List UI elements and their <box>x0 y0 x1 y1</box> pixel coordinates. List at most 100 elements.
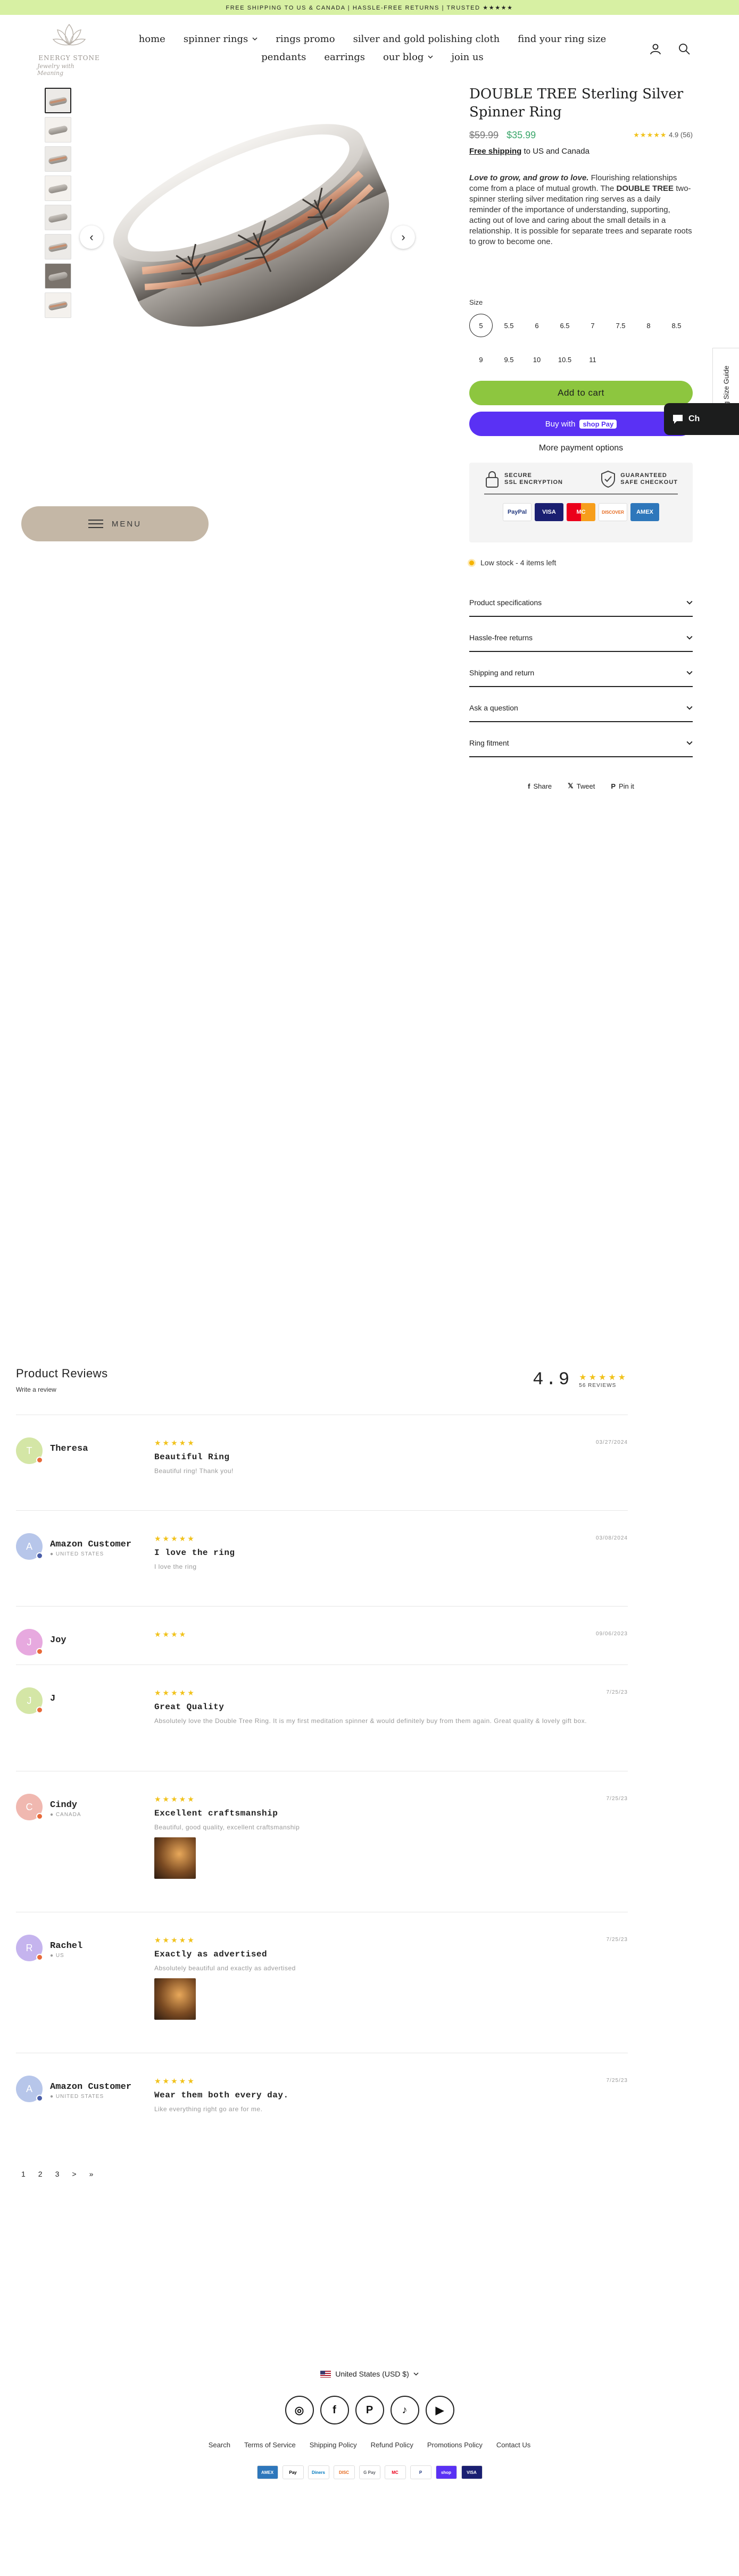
review-photo[interactable] <box>154 1978 196 2020</box>
thumbnail[interactable] <box>45 234 71 260</box>
facebook-icon[interactable]: f <box>320 2396 349 2424</box>
review-date: 03/08/2024 <box>595 1535 628 1541</box>
tiktok-icon[interactable]: ♪ <box>390 2396 419 2424</box>
accordion-item[interactable]: Hassle-free returns <box>469 617 693 652</box>
footer-link[interactable]: Promotions Policy <box>427 2441 483 2449</box>
nav-rings-promo[interactable]: rings promo <box>276 34 335 45</box>
thumbnail[interactable] <box>45 146 71 172</box>
accordion-label: Shipping and return <box>469 668 535 677</box>
accordion-item[interactable]: Shipping and return <box>469 652 693 687</box>
gallery-next-button[interactable]: › <box>392 225 415 249</box>
page-link[interactable]: » <box>89 2170 94 2178</box>
thumbnail[interactable] <box>45 88 71 113</box>
page-link[interactable]: 2 <box>38 2170 43 2178</box>
currency-selector[interactable]: United States (USD $) <box>0 2370 739 2378</box>
footer-link[interactable]: Shipping Policy <box>310 2441 357 2449</box>
search-icon[interactable] <box>678 43 691 55</box>
score-value: 4.9 <box>533 1370 572 1390</box>
rating-summary[interactable]: ★★★★★ 4.9 (56) <box>633 131 693 139</box>
lock-icon <box>486 471 499 488</box>
thumbnail[interactable] <box>45 175 71 201</box>
card-logos: PayPal VISA MC DISCOVER AMEX <box>484 503 678 521</box>
chat-label: Ch <box>688 414 700 423</box>
gallery-prev-button[interactable]: ‹ <box>80 225 103 249</box>
instagram-icon[interactable]: ◎ <box>285 2396 314 2424</box>
nav-our-blog[interactable]: our blog <box>383 52 433 63</box>
size-option[interactable]: 6.5 <box>553 314 577 337</box>
size-option[interactable]: 9 <box>469 348 493 371</box>
account-icon[interactable] <box>649 43 662 55</box>
footer-link[interactable]: Refund Policy <box>371 2441 413 2449</box>
announcement-bar: FREE SHIPPING TO US & CANADA | HASSLE-FR… <box>0 0 739 15</box>
share-pinterest[interactable]: P Pin it <box>611 782 634 790</box>
thumbnail[interactable] <box>45 292 71 318</box>
nav-label: earrings <box>324 51 366 63</box>
footer-link[interactable]: Search <box>209 2441 230 2449</box>
size-option[interactable]: 10 <box>525 348 549 371</box>
share-facebook[interactable]: f Share <box>528 782 552 790</box>
thumbnail[interactable] <box>45 205 71 230</box>
thumbnail-strip <box>45 88 71 322</box>
accordion-item[interactable]: Product specifications <box>469 589 693 617</box>
size-option[interactable]: 7 <box>581 314 604 337</box>
nav-earrings[interactable]: earrings <box>324 52 365 63</box>
safe-checkout-badge: GUARANTEED SAFE CHECKOUT <box>600 470 678 488</box>
review-body: I love the ring <box>154 1563 197 1570</box>
reviewer-avatar: C <box>16 1794 43 1820</box>
shipping-note: Free shipping to US and Canada <box>469 147 693 156</box>
page-link[interactable]: > <box>72 2170 76 2178</box>
reviews-score: 4.9 ★★★★★ 56 REVIEWS <box>533 1370 628 1390</box>
nav-label: join us <box>451 51 484 63</box>
buy-with-shop-pay-button[interactable]: Buy with shop Pay <box>469 412 693 436</box>
youtube-icon[interactable]: ▶ <box>425 2396 454 2424</box>
review-stars: ★★★★★ <box>154 1438 196 1447</box>
size-option[interactable]: 10.5 <box>553 348 577 371</box>
pinterest-icon[interactable]: P <box>355 2396 384 2424</box>
product-description: Love to grow, and grow to love. Flourish… <box>469 173 693 247</box>
share-twitter[interactable]: 𝕏 Tweet <box>568 782 595 790</box>
size-option[interactable]: 8.5 <box>665 314 688 337</box>
avatar-initial: A <box>26 2083 32 2094</box>
size-option[interactable]: 9.5 <box>497 348 521 371</box>
footer-link[interactable]: Terms of Service <box>244 2441 296 2449</box>
size-option[interactable]: 5.5 <box>497 314 521 337</box>
reviewer-avatar: A <box>16 2076 43 2102</box>
add-to-cart-button[interactable]: Add to cart <box>469 381 693 405</box>
shield-check-icon <box>601 470 616 488</box>
payment-icon: Diners <box>308 2465 329 2479</box>
thumbnail[interactable] <box>45 117 71 143</box>
footer-link[interactable]: Contact Us <box>496 2441 530 2449</box>
site-logo[interactable]: ENERGY STONE Jewelry with Meaning <box>37 20 101 79</box>
thumbnail[interactable] <box>45 263 71 289</box>
verified-badge-icon <box>36 1813 43 1820</box>
chevron-down-icon <box>686 635 693 640</box>
size-option[interactable]: 6 <box>525 314 549 337</box>
score-stars: ★★★★★ <box>579 1373 628 1382</box>
menu-button[interactable]: MENU <box>21 506 209 541</box>
nav-spinner-rings[interactable]: spinner rings <box>184 34 258 45</box>
shipping-text: to US and Canada <box>521 147 589 156</box>
size-option[interactable]: 5 <box>469 314 493 337</box>
payment-icon: Pay <box>282 2465 304 2479</box>
size-option[interactable]: 8 <box>637 314 660 337</box>
review-photo[interactable] <box>154 1837 196 1879</box>
accordion-item[interactable]: Ring fitment <box>469 722 693 757</box>
nav-ring-size[interactable]: find your ring size <box>518 34 606 45</box>
chat-button[interactable]: Ch <box>664 403 739 435</box>
rating-count: (56) <box>680 131 693 139</box>
nav-pendants[interactable]: pendants <box>261 52 306 63</box>
accordion-item[interactable]: Ask a question <box>469 687 693 722</box>
product-main-image[interactable] <box>101 88 415 386</box>
safe-checkout-text: GUARANTEED SAFE CHECKOUT <box>620 472 678 486</box>
nav-home[interactable]: home <box>139 34 165 45</box>
page-link[interactable]: 1 <box>21 2170 26 2178</box>
free-shipping-link[interactable]: Free shipping <box>469 147 521 156</box>
stock-indicator: Low stock - 4 items left <box>469 558 693 567</box>
nav-polishing-cloth[interactable]: silver and gold polishing cloth <box>353 34 500 45</box>
nav-join-us[interactable]: join us <box>451 52 483 63</box>
reviewer-location: ● US <box>50 1953 64 1959</box>
size-option[interactable]: 11 <box>581 348 604 371</box>
size-option[interactable]: 7.5 <box>609 314 633 337</box>
more-payment-options-link[interactable]: More payment options <box>469 444 693 453</box>
page-link[interactable]: 3 <box>55 2170 60 2178</box>
